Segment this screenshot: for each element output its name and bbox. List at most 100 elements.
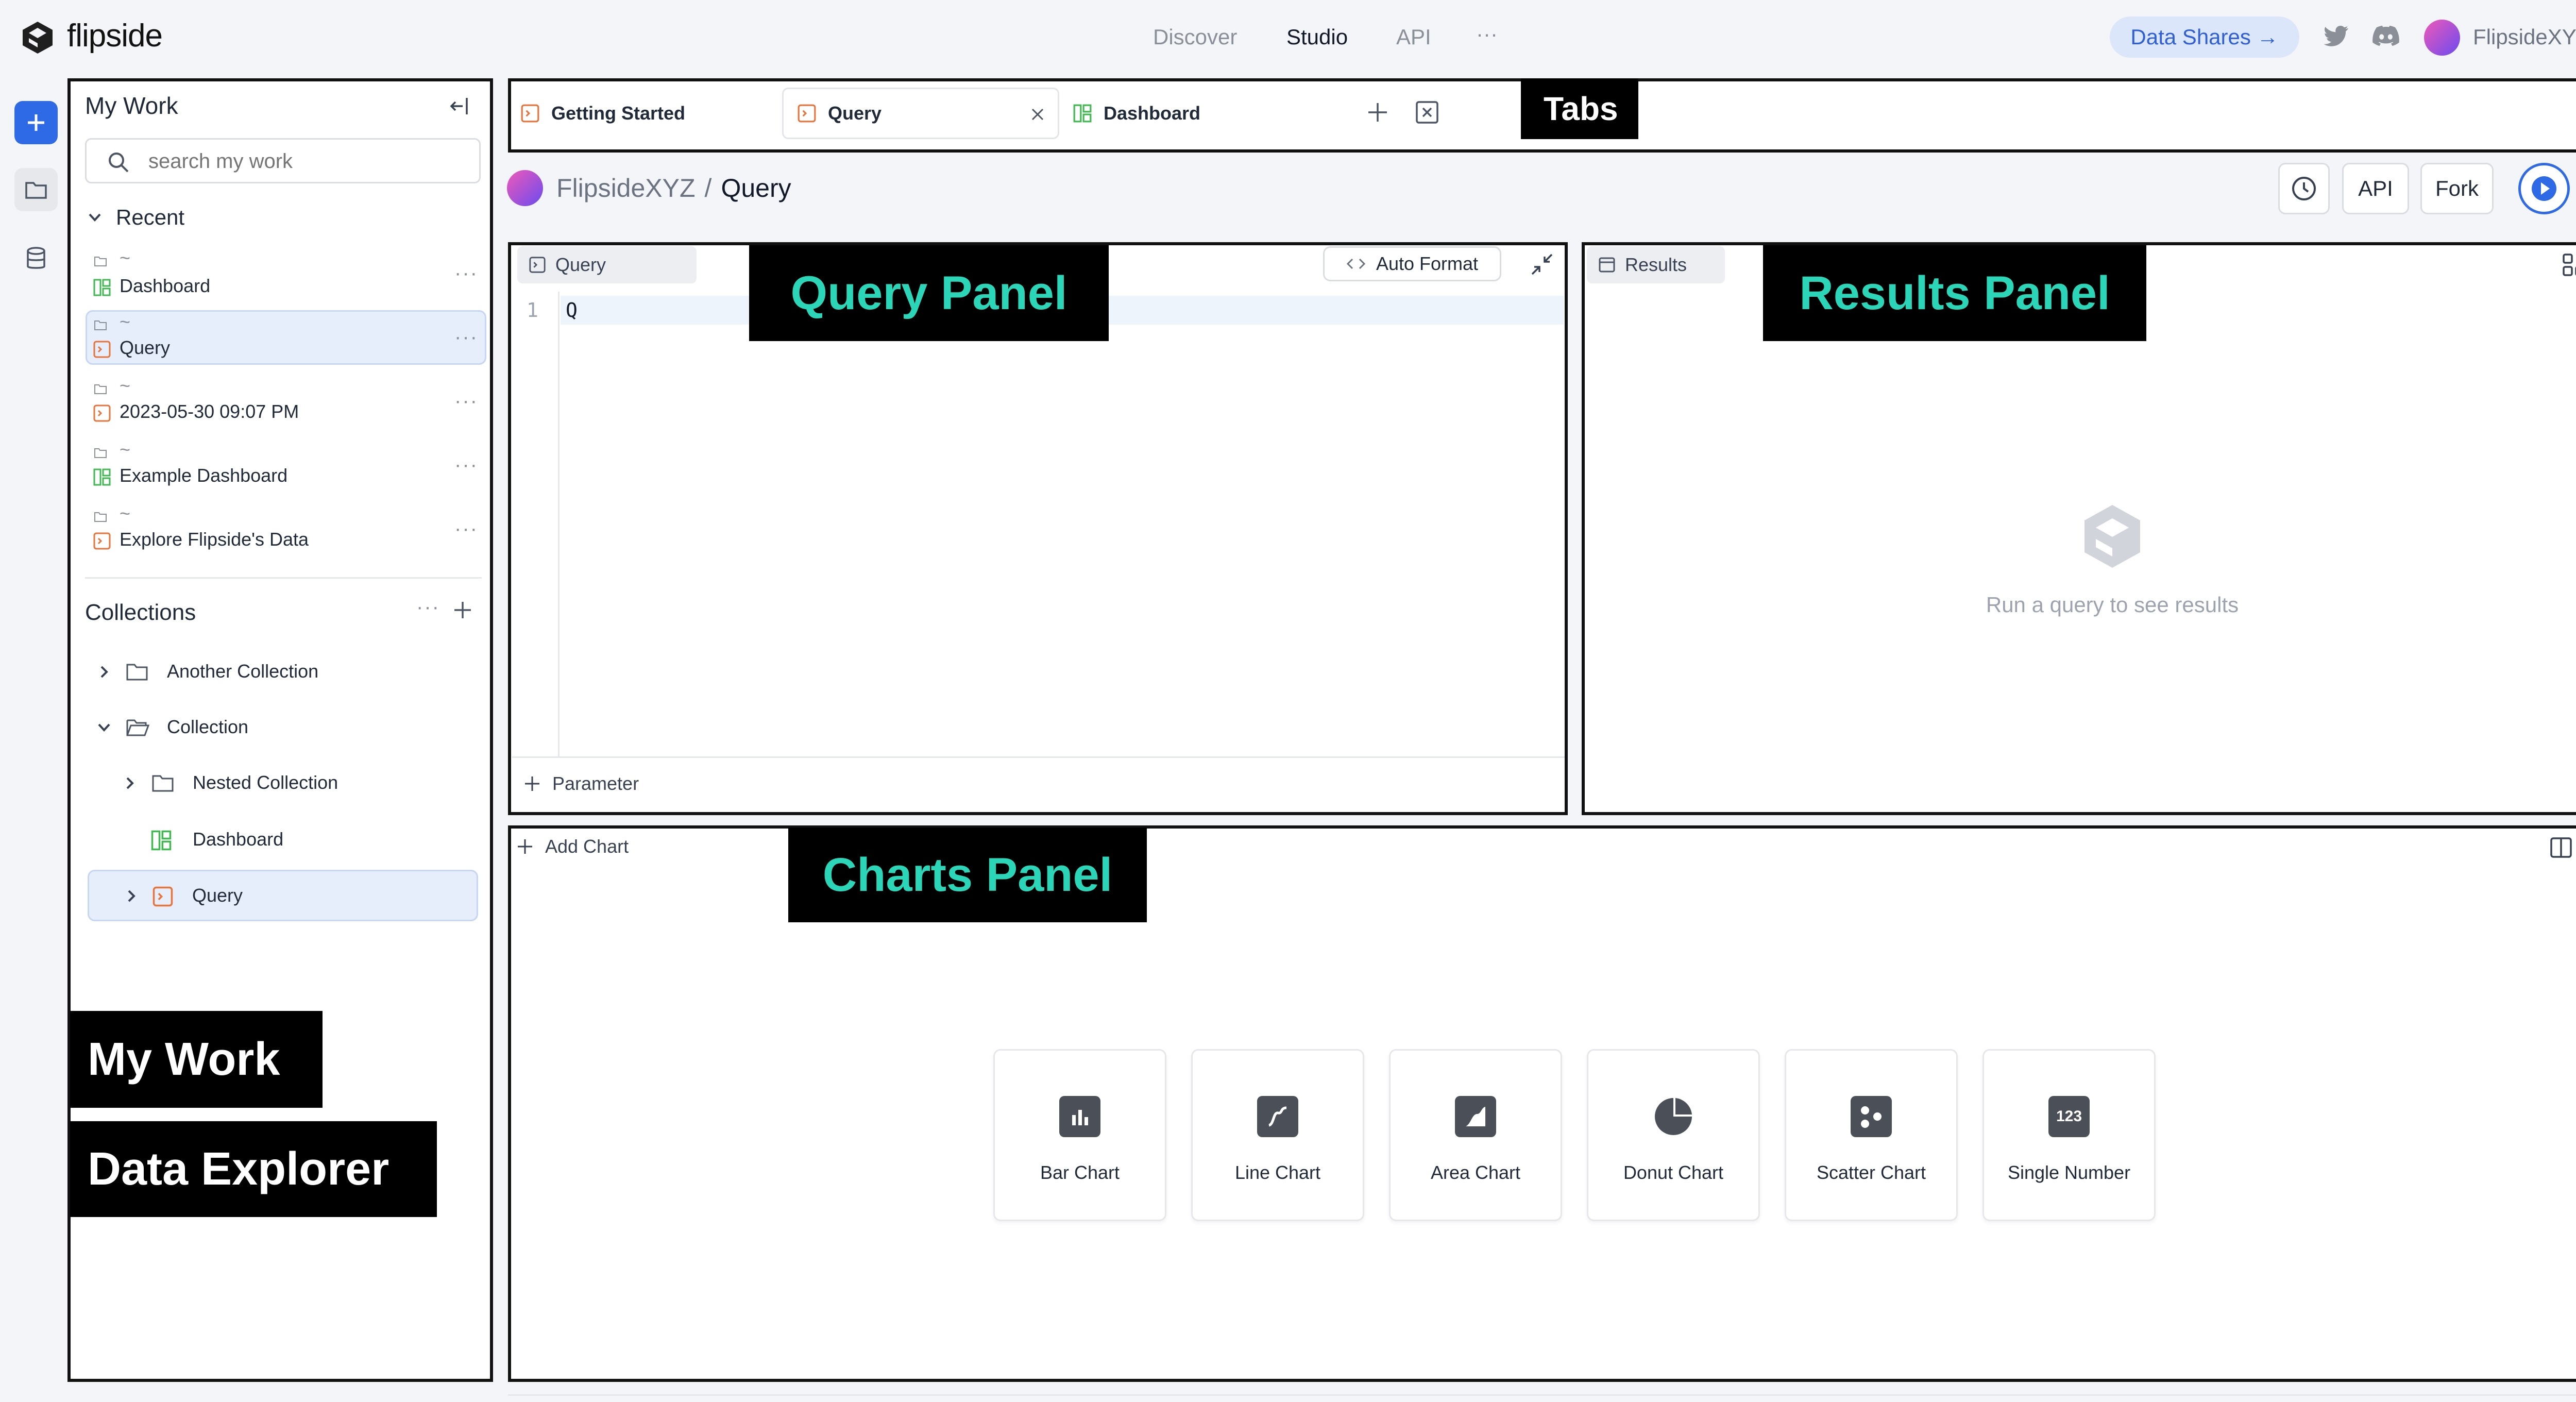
- more-icon[interactable]: ···: [454, 262, 478, 285]
- user-avatar[interactable]: [2424, 20, 2460, 56]
- collection-nested[interactable]: Nested Collection: [118, 767, 479, 803]
- single-number-card[interactable]: 123 Single Number: [1982, 1049, 2156, 1221]
- scatter-chart-card[interactable]: Scatter Chart: [1785, 1049, 1958, 1221]
- recent-item-dashboard[interactable]: ~ Dashboard ···: [88, 247, 484, 307]
- tab-getting-started[interactable]: Getting Started: [517, 88, 775, 139]
- recent-item-name: Query: [120, 337, 171, 358]
- twitter-icon[interactable]: [2323, 25, 2349, 48]
- add-grid-icon[interactable]: [2562, 252, 2576, 277]
- query-tab-label: Query: [555, 254, 606, 275]
- editor-gutter: [512, 292, 560, 757]
- clock-icon: [2292, 177, 2316, 200]
- breadcrumb-owner[interactable]: FlipsideXYZ: [556, 173, 696, 203]
- search-my-work-field[interactable]: [85, 138, 481, 183]
- query-icon: [93, 404, 111, 423]
- collection-name: Collection: [167, 716, 249, 737]
- recent-item-path: ~: [120, 311, 131, 332]
- recent-item-example-dashboard[interactable]: ~ Example Dashboard ···: [88, 439, 484, 499]
- chevron-down-icon[interactable]: [97, 722, 111, 733]
- my-work-annotation: My Work: [70, 1011, 323, 1108]
- line-chart-card[interactable]: Line Chart: [1191, 1049, 1364, 1221]
- folder-icon: [94, 319, 107, 331]
- recent-item-query-dated[interactable]: ~ 2023-05-30 09:07 PM ···: [88, 375, 484, 435]
- results-panel-annotation: Results Panel: [1763, 245, 2146, 341]
- api-button[interactable]: API: [2342, 163, 2409, 214]
- recent-item-query[interactable]: ~ Query ···: [88, 311, 484, 371]
- divider: [85, 577, 482, 579]
- donut-chart-card[interactable]: Donut Chart: [1587, 1049, 1760, 1221]
- results-tab[interactable]: Results: [1587, 246, 1725, 283]
- collections-label: Collections: [85, 600, 196, 625]
- collections-more-icon[interactable]: ···: [416, 596, 440, 619]
- split-view-icon[interactable]: [2549, 836, 2573, 859]
- collection-dashboard[interactable]: Dashboard: [118, 822, 479, 858]
- collection-name: Another Collection: [167, 661, 319, 682]
- tab-label: Query: [828, 103, 882, 124]
- flipside-empty-state-icon: [2081, 503, 2143, 570]
- discord-icon[interactable]: [2372, 25, 2400, 47]
- chevron-right-icon[interactable]: [125, 776, 135, 790]
- plus-icon: [523, 775, 541, 792]
- nav-api[interactable]: API: [1396, 25, 1431, 49]
- breadcrumb-query-name[interactable]: Query: [721, 173, 791, 203]
- breadcrumb-separator: /: [704, 174, 712, 202]
- search-input[interactable]: [148, 147, 468, 176]
- fork-button[interactable]: Fork: [2420, 163, 2494, 214]
- recent-item-explore[interactable]: ~ Explore Flipside's Data ···: [88, 503, 484, 563]
- recent-item-path: ~: [120, 375, 131, 396]
- add-parameter-button[interactable]: Parameter: [523, 773, 639, 795]
- user-name[interactable]: FlipsideXYZ: [2473, 25, 2576, 49]
- more-icon[interactable]: ···: [454, 390, 478, 413]
- close-all-tabs-icon[interactable]: [1415, 100, 1439, 125]
- add-button[interactable]: [14, 101, 58, 144]
- query-owner-avatar[interactable]: [507, 170, 543, 206]
- table-icon: [1598, 256, 1616, 274]
- add-collection-icon[interactable]: [452, 600, 473, 620]
- chevron-right-icon[interactable]: [99, 665, 109, 679]
- chevron-right-icon[interactable]: [126, 889, 137, 903]
- data-explorer-annotation: Data Explorer: [70, 1121, 437, 1217]
- auto-format-button[interactable]: Auto Format: [1323, 246, 1501, 281]
- nav-more-icon[interactable]: ···: [1476, 22, 1498, 46]
- data-shares-button[interactable]: Data Shares →: [2110, 16, 2299, 58]
- folder-icon: [126, 662, 148, 681]
- history-button[interactable]: [2278, 163, 2330, 214]
- results-tab-label: Results: [1625, 254, 1687, 275]
- more-icon[interactable]: ···: [454, 326, 478, 349]
- database-icon[interactable]: [14, 237, 58, 280]
- tab-query[interactable]: Query: [782, 88, 1059, 139]
- auto-format-label: Auto Format: [1376, 253, 1479, 274]
- flipside-logo-icon[interactable]: [21, 21, 55, 55]
- add-chart-button[interactable]: Add Chart: [516, 836, 629, 857]
- collection-collection[interactable]: Collection: [93, 711, 479, 747]
- folder-icon[interactable]: [14, 168, 58, 211]
- nav-discover[interactable]: Discover: [1153, 25, 1237, 49]
- line-chart-icon: [1257, 1096, 1298, 1137]
- query-editor-tab[interactable]: Query: [517, 246, 697, 283]
- sql-editor[interactable]: Q: [566, 299, 578, 322]
- nav-studio[interactable]: Studio: [1286, 25, 1348, 49]
- close-tab-icon[interactable]: [1030, 107, 1045, 122]
- logo-text[interactable]: flipside: [67, 18, 163, 54]
- scatter-chart-icon: [1851, 1096, 1892, 1137]
- more-icon[interactable]: ···: [454, 453, 478, 477]
- new-tab-icon[interactable]: [1366, 101, 1389, 124]
- collapse-sidebar-icon[interactable]: [449, 96, 470, 116]
- recent-label[interactable]: Recent: [116, 205, 184, 230]
- tabs-annotation: Tabs: [1521, 78, 1638, 139]
- my-work-title: My Work: [85, 92, 178, 119]
- folder-icon: [94, 383, 107, 395]
- collection-query[interactable]: Query: [88, 870, 478, 921]
- bar-chart-card[interactable]: Bar Chart: [993, 1049, 1166, 1221]
- collection-another[interactable]: Another Collection: [93, 655, 479, 691]
- folder-icon: [151, 773, 174, 792]
- run-query-button[interactable]: [2518, 163, 2570, 214]
- query-icon: [93, 340, 111, 359]
- area-chart-card[interactable]: Area Chart: [1389, 1049, 1562, 1221]
- collection-name: Query: [192, 885, 243, 906]
- tab-dashboard[interactable]: Dashboard: [1073, 88, 1330, 139]
- chevron-down-icon[interactable]: [88, 212, 102, 223]
- more-icon[interactable]: ···: [454, 517, 478, 540]
- editor-footer-divider: [512, 756, 1565, 758]
- minimize-icon[interactable]: [1530, 252, 1554, 276]
